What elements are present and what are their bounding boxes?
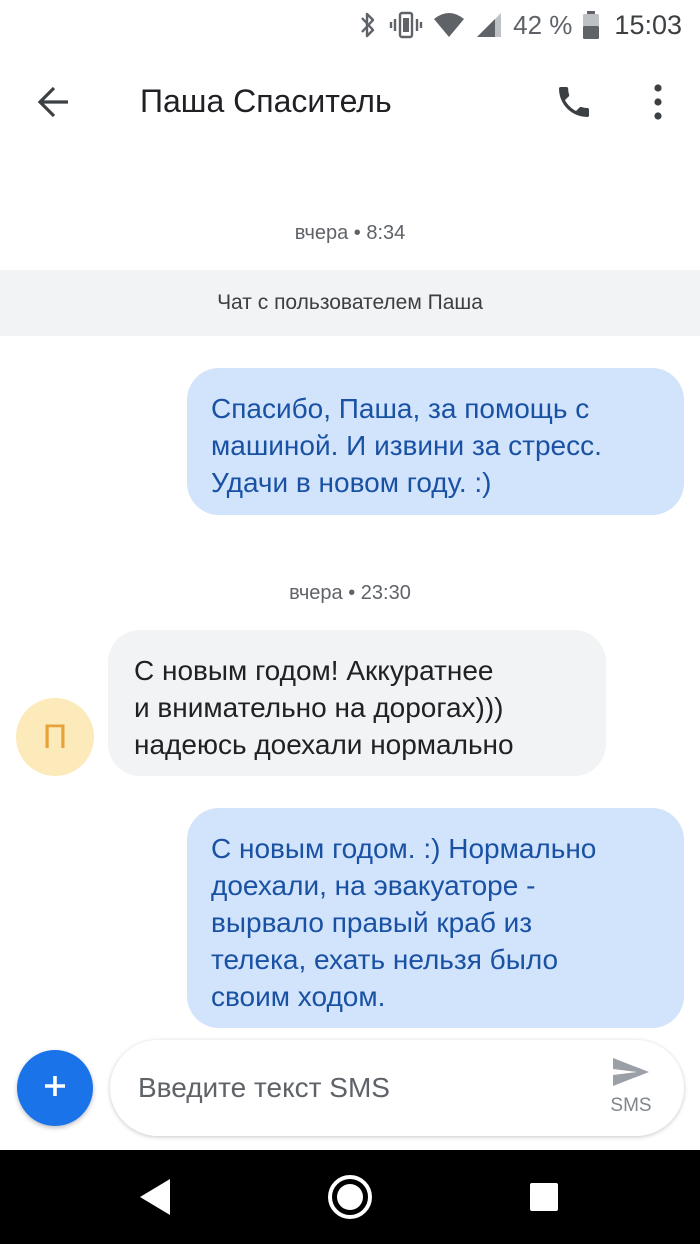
chat-banner: Чат с пользователем Паша (0, 270, 700, 336)
signal-icon (475, 11, 503, 39)
send-label: SMS (610, 1095, 652, 1116)
message-text-line: надеюсь доехали нормально (134, 729, 514, 760)
status-bar: 42 % 15:03 (0, 0, 700, 50)
message-text-line: С новым годом. :) Нормально (211, 833, 597, 864)
message-text-line: телека, ехать нельзя было (211, 944, 559, 975)
nav-back-icon[interactable] (130, 1172, 180, 1222)
message-timestamp: вчера • 23:30 (289, 582, 411, 604)
system-navigation-bar (0, 1150, 700, 1244)
message-text-line: Спасибо, Паша, за помощь с (211, 393, 590, 424)
nav-home-icon[interactable] (325, 1172, 375, 1222)
wifi-icon (433, 11, 465, 39)
message-composer: SMS (110, 1040, 684, 1136)
app-bar: Паша Спаситель (0, 50, 700, 154)
outgoing-message-bubble[interactable]: С новым годом. :) Нормально доехали, на … (187, 808, 684, 1028)
nav-recents-icon[interactable] (519, 1172, 569, 1222)
message-text-line: машиной. И извини за стресс. (211, 430, 602, 461)
back-arrow-icon[interactable] (30, 78, 78, 126)
vibrate-icon (389, 10, 423, 40)
message-text-line: доехали, на эвакуаторе - (211, 870, 536, 901)
bluetooth-icon (357, 10, 379, 40)
conversation-title: Паша Спаситель (140, 83, 392, 119)
message-text-line: С новым годом! Аккуратнее (134, 655, 494, 686)
more-vert-icon[interactable] (634, 78, 682, 126)
phone-icon[interactable] (550, 78, 598, 126)
send-icon (611, 1056, 651, 1093)
send-button[interactable]: SMS (596, 1056, 666, 1122)
battery-percent: 42 % (513, 9, 573, 40)
message-timestamp: вчера • 8:34 (294, 222, 406, 244)
chat-banner-text: Чат с пользователем Паша (217, 291, 483, 314)
incoming-message-bubble[interactable]: С новым годом! Аккуратнее и внимательно … (108, 630, 606, 776)
add-attachment-button[interactable] (17, 1050, 93, 1126)
message-text-line: своим ходом. (211, 981, 386, 1012)
contact-avatar[interactable]: П (16, 698, 94, 776)
add-icon (42, 1073, 68, 1104)
message-text-line: вырвало правый краб из (211, 907, 533, 938)
battery-icon (582, 10, 600, 40)
message-text-line: Удачи в новом году. :) (211, 467, 492, 498)
clock: 15:03 (614, 9, 682, 40)
avatar-letter: П (42, 717, 68, 756)
sms-text-input[interactable] (138, 1064, 578, 1112)
outgoing-message-bubble[interactable]: Спасибо, Паша, за помощь с машиной. И из… (187, 368, 684, 515)
message-text-line: и внимательно на дорогах))) (134, 692, 504, 723)
